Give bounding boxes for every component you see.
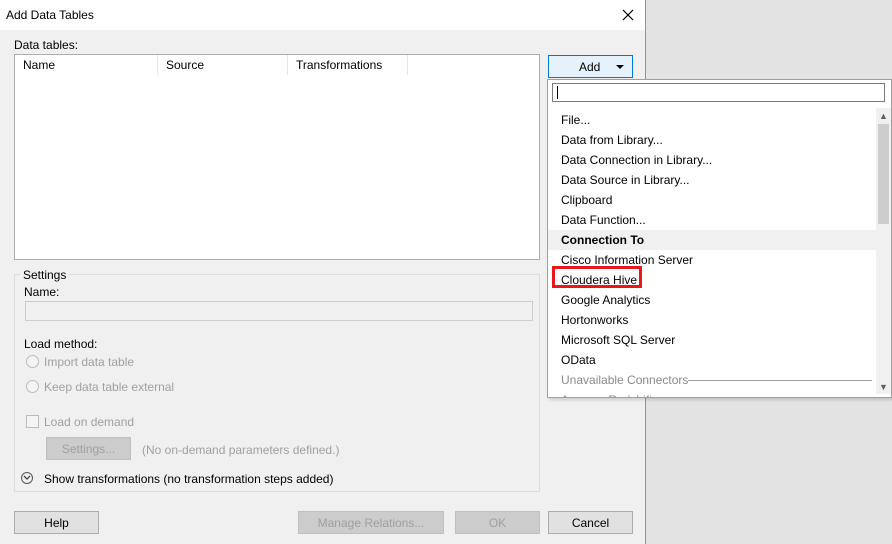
menu-item-file[interactable]: File... xyxy=(548,110,876,130)
show-transformations-label[interactable]: Show transformations (no transformation … xyxy=(44,472,333,486)
close-button[interactable] xyxy=(617,4,639,26)
help-button[interactable]: Help xyxy=(14,511,99,534)
keep-external-label: Keep data table external xyxy=(44,380,175,394)
import-data-table-radio[interactable] xyxy=(26,355,39,368)
menu-item-data-function[interactable]: Data Function... xyxy=(548,210,876,230)
settings-group-label: Settings xyxy=(20,268,70,282)
dialog-title: Add Data Tables xyxy=(6,8,94,22)
cancel-button[interactable]: Cancel xyxy=(548,511,633,534)
no-parameters-text: (No on-demand parameters defined.) xyxy=(142,443,340,457)
column-header-source[interactable]: Source xyxy=(158,55,288,75)
menu-item-amazon-redshift: Amazon Redshift xyxy=(548,390,876,397)
menu-item-data-from-library[interactable]: Data from Library... xyxy=(548,130,876,150)
name-label: Name: xyxy=(24,285,60,299)
load-method-label: Load method: xyxy=(24,337,98,351)
column-header-transformations[interactable]: Transformations xyxy=(288,55,408,75)
title-bar: Add Data Tables xyxy=(0,0,645,30)
keep-external-radio[interactable] xyxy=(26,380,39,393)
highlight-box xyxy=(552,266,642,288)
text-caret xyxy=(557,86,558,99)
data-tables-list[interactable]: Name Source Transformations xyxy=(14,54,540,260)
menu-item-google-analytics[interactable]: Google Analytics xyxy=(548,290,876,310)
show-transformations-toggle[interactable] xyxy=(21,472,33,484)
menu-item-hortonworks[interactable]: Hortonworks xyxy=(548,310,876,330)
unavailable-connectors-label: Unavailable Connectors xyxy=(561,373,689,387)
add-button-label: Add xyxy=(579,60,601,74)
load-on-demand-checkbox[interactable] xyxy=(26,415,39,428)
menu-section-unavailable-connectors: Unavailable Connectors xyxy=(548,370,876,390)
data-tables-label: Data tables: xyxy=(14,38,79,52)
import-data-table-label: Import data table xyxy=(44,355,135,369)
section-divider xyxy=(688,380,872,381)
menu-item-odata[interactable]: OData xyxy=(548,350,876,370)
settings-button[interactable]: Settings... xyxy=(46,437,131,460)
menu-item-data-source-in-library[interactable]: Data Source in Library... xyxy=(548,170,876,190)
add-button[interactable]: Add xyxy=(548,55,633,78)
load-on-demand-label: Load on demand xyxy=(44,415,135,429)
name-input[interactable] xyxy=(25,301,533,321)
menu-item-clipboard[interactable]: Clipboard xyxy=(548,190,876,210)
scroll-up-icon[interactable]: ▲ xyxy=(876,108,891,123)
dropdown-search-input[interactable] xyxy=(552,83,885,102)
add-dropdown-menu: File... Data from Library... Data Connec… xyxy=(547,79,892,398)
ok-button[interactable]: OK xyxy=(455,511,540,534)
manage-relations-button[interactable]: Manage Relations... xyxy=(298,511,444,534)
scroll-down-icon[interactable]: ▼ xyxy=(876,379,891,394)
chevron-down-icon xyxy=(23,475,31,480)
menu-item-data-connection-in-library[interactable]: Data Connection in Library... xyxy=(548,150,876,170)
menu-item-microsoft-sql-server[interactable]: Microsoft SQL Server xyxy=(548,330,876,350)
dropdown-scrollbar[interactable]: ▲ ▼ xyxy=(876,108,891,394)
close-icon xyxy=(622,9,634,21)
menu-section-connection-to: Connection To xyxy=(548,230,876,250)
column-header-name[interactable]: Name xyxy=(15,55,158,75)
dropdown-arrow-icon xyxy=(616,65,624,69)
scroll-thumb[interactable] xyxy=(878,124,889,224)
